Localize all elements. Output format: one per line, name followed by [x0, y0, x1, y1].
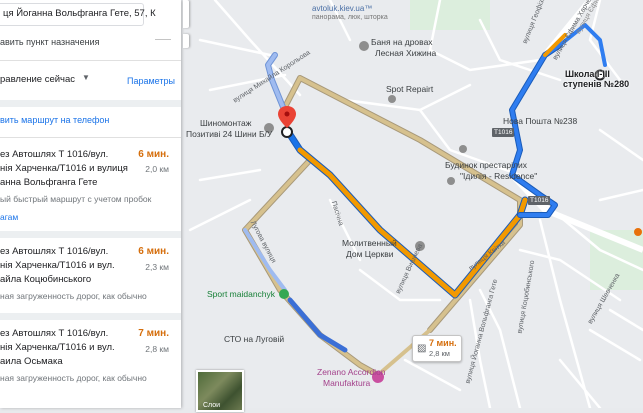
poi-post[interactable]: Нова Пошта №238: [503, 116, 577, 126]
poi-elderly-line2[interactable]: "Ідилія - Residence": [460, 171, 537, 181]
poi-elderly-line1[interactable]: Будинок престарілих: [445, 160, 527, 170]
road-badge-t1016-a: T1016: [492, 128, 515, 137]
route-2-time: 6 мин.: [138, 246, 169, 257]
poi-zenano-line2[interactable]: Manufaktura: [323, 378, 370, 388]
poi-tire-line1[interactable]: Шиномонтаж: [200, 118, 251, 128]
route-1-line3: анна Вольфганга Гете: [0, 177, 98, 188]
poi-sauna-line2[interactable]: Лесная Хижина: [375, 48, 436, 58]
route-1-line1: ез Автошлях Т 1016/вул.: [0, 149, 109, 160]
post-poi-icon[interactable]: [459, 145, 467, 153]
watermark-sub: панорама, люк, шторка: [312, 14, 388, 21]
car-icon: ▨: [417, 343, 427, 354]
route-3-line3: аила Осьмака: [0, 356, 63, 367]
route-1-details-link[interactable]: агам: [0, 212, 18, 222]
poi-zenano-line1[interactable]: Zenano Accordion: [317, 367, 386, 377]
parameters-button[interactable]: Параметры: [127, 76, 175, 86]
depart-now-dropdown[interactable]: равление сейчас: [0, 74, 75, 85]
route-3-time: 7 мин.: [138, 328, 169, 339]
route-2-distance: 2,3 км: [145, 262, 169, 272]
route-3-line1: ез Автошлях Т 1016/вул.: [0, 328, 109, 339]
poi-tire-line2[interactable]: Позитиві 24 Шини Б/У: [186, 129, 272, 139]
route-3-distance: 2,8 км: [145, 344, 169, 354]
route-1-line2: нія Харченка/Т1016 и вулиця: [0, 163, 128, 174]
poi-spot-repair[interactable]: Spot Repairt: [386, 84, 433, 94]
road-badge-t1016-b: T1016: [528, 196, 551, 205]
route-2-line1: ез Автошлях Т 1016/вул.: [0, 246, 109, 257]
poi-church-line1[interactable]: Молитвенный: [342, 238, 397, 248]
collapse-panel-handle[interactable]: [183, 0, 189, 28]
send-to-phone-link[interactable]: вить маршрут на телефон: [0, 115, 109, 125]
route-2-line3: айла Коцюбинського: [0, 274, 92, 285]
add-destination-link[interactable]: авить пункт назначения: [0, 37, 99, 47]
destination-field[interactable]: ця Йоганна Вольфганга Гете, 57, К: [0, 3, 156, 26]
destination-label-line2[interactable]: ступенів №280: [563, 79, 629, 89]
route-option-1[interactable]: ез Автошлях Т 1016/вул. нія Харченка/Т10…: [0, 138, 181, 233]
secondary-handle[interactable]: [183, 34, 189, 48]
park-area: [410, 0, 490, 30]
route-1-note: ый быстрый маршрут с учетом пробок: [0, 194, 152, 204]
destination-value: ця Йоганна Вольфганга Гете, 57, К: [3, 8, 156, 19]
poi-church-line2[interactable]: Дом Церкви: [346, 249, 394, 259]
route-3-line2: нія Харченка/Т1016 и вул.: [0, 342, 115, 353]
panel-edge: [181, 0, 193, 408]
route-3-note: ная загруженность дорог, как обычно: [0, 373, 147, 383]
layers-thumbnail[interactable]: Слои: [196, 370, 244, 412]
origin-marker[interactable]: [281, 126, 293, 138]
repair-poi-icon[interactable]: [388, 95, 396, 103]
route-option-2[interactable]: ез Автошлях Т 1016/вул. нія Харченка/Т10…: [0, 238, 181, 315]
route-2-line2: нія Харченка/Т1016 и вул.: [0, 260, 115, 271]
poi-sauna-line1[interactable]: Баня на дровах: [371, 37, 433, 47]
edge-poi-icon[interactable]: [634, 228, 642, 236]
trip-bubble-distance: 2,8 км: [429, 349, 450, 358]
chevron-down-icon[interactable]: ▼: [82, 73, 90, 82]
destination-label-line1[interactable]: Школа І-ІІІ: [565, 69, 610, 79]
sport-poi-icon[interactable]: [279, 289, 289, 299]
directions-panel: ця Йоганна Вольфганга Гете, 57, К авить …: [0, 0, 181, 408]
trip-bubble[interactable]: ▨ 7 мин. 2,8 км: [412, 335, 462, 362]
spa-poi-icon[interactable]: [359, 41, 369, 51]
route-1-time: 6 мин.: [138, 149, 169, 160]
route-2-note: ная загруженность дорог, как обычно: [0, 291, 147, 301]
elderly-poi-icon[interactable]: [447, 177, 455, 185]
poi-sto[interactable]: СТО на Луговій: [224, 334, 284, 344]
poi-sport[interactable]: Sport maidanchyk: [207, 289, 275, 299]
route-option-3[interactable]: ез Автошлях Т 1016/вул. нія Харченка/Т10…: [0, 320, 181, 408]
trip-bubble-time: 7 мин.: [429, 338, 457, 348]
route-1-distance: 2,0 км: [145, 164, 169, 174]
